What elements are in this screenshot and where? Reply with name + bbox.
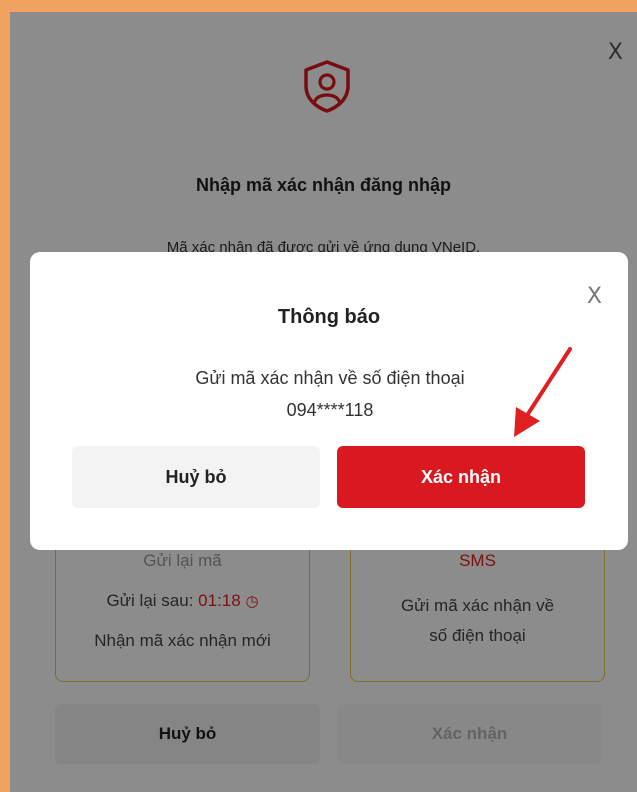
close-icon[interactable]: X: [587, 286, 602, 308]
modal-cancel-button[interactable]: Huỷ bỏ: [72, 446, 320, 508]
frame-border-top: [0, 0, 637, 12]
modal-message: Gửi mã xác nhận về số điện thoại 094****…: [150, 362, 510, 426]
phone-number: 094****118: [286, 400, 374, 420]
modal-title: Thông báo: [277, 306, 381, 328]
modal-message-line-1: Gửi mã xác nhận về số điện thoại: [195, 368, 465, 388]
modal-confirm-button[interactable]: Xác nhận: [337, 446, 585, 508]
arrow-annotation-icon: [514, 347, 572, 437]
frame-border-left: [0, 0, 10, 792]
